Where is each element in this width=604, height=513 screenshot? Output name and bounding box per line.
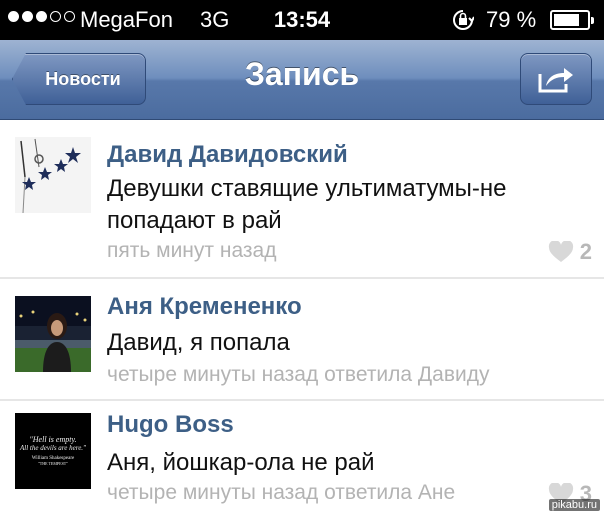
heart-icon (548, 241, 573, 262)
comment-row[interactable]: Аня Кремененко Давид, я попала четыре ми… (0, 279, 604, 401)
author-name[interactable]: Давид Давидовский (107, 141, 348, 169)
comment-timestamp: четыре минуты назад ответила Давиду (107, 363, 490, 386)
avatar-quote-line: "Hell is empty. (29, 435, 77, 445)
avatar-quote-line: All the devils are here." (20, 444, 86, 453)
battery-icon (550, 10, 594, 30)
comment-text: Аня, йошкар-ола не рай (107, 449, 375, 476)
comment-row[interactable]: "Hell is empty. All the devils are here.… (0, 401, 604, 513)
photo-avatar-image (15, 296, 91, 372)
comment-timestamp: пять минут назад (107, 239, 277, 262)
page-title: Запись (244, 56, 360, 92)
share-icon (538, 68, 573, 93)
rotation-lock-icon (453, 10, 474, 30)
avatar[interactable] (15, 137, 91, 213)
avatar[interactable] (15, 296, 91, 372)
avatar-quote-source: "THE TEMPEST" (38, 461, 68, 467)
comment-text: Давид, я попала (107, 329, 290, 356)
comment-row[interactable]: Давид Давидовский Девушки ставящие ульти… (0, 121, 604, 279)
stars-avatar-image (15, 137, 91, 213)
avatar[interactable]: "Hell is empty. All the devils are here.… (15, 413, 91, 489)
author-name[interactable]: Hugo Boss (107, 411, 234, 439)
watermark: pikabu.ru (548, 499, 600, 511)
like-button[interactable]: 2 (548, 239, 592, 265)
share-button[interactable] (520, 53, 592, 105)
navigation-bar: Новости Запись (0, 40, 604, 120)
author-name[interactable]: Аня Кремененко (107, 293, 302, 321)
comment-text: Девушки ставящие ультиматумы-не попадают… (107, 175, 507, 234)
comments-list: Давид Давидовский Девушки ставящие ульти… (0, 121, 604, 513)
quote-avatar-image: "Hell is empty. All the devils are here.… (15, 413, 91, 489)
like-count: 2 (579, 239, 592, 264)
battery-percent: 79 % (486, 7, 537, 32)
status-bar: MegaFon 3G 13:54 79 % (0, 0, 604, 40)
comment-timestamp: четыре минуты назад ответила Ане (107, 481, 456, 504)
